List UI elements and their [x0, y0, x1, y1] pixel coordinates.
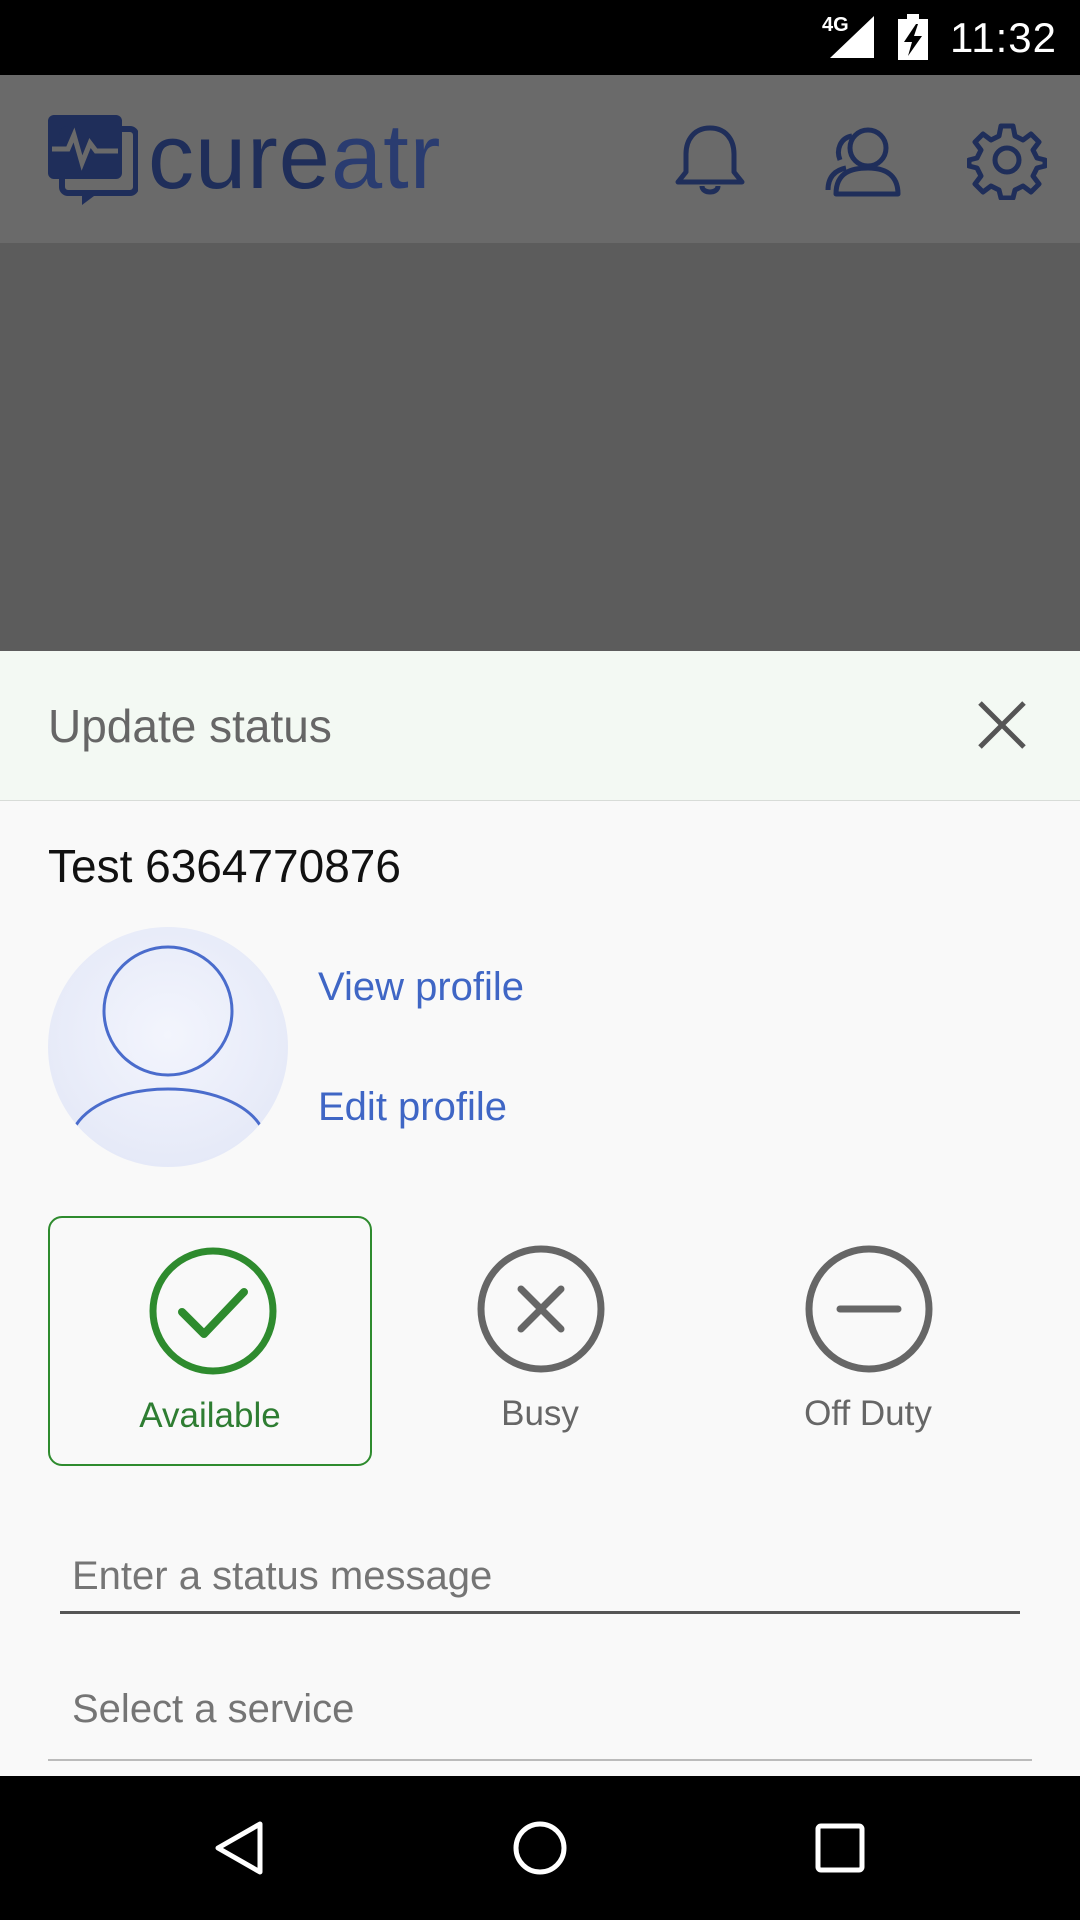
sheet-header: Update status [0, 651, 1080, 801]
service-select-label: Select a service [72, 1687, 355, 1731]
home-icon[interactable] [510, 1818, 570, 1878]
battery-charging-icon [898, 14, 928, 60]
update-status-sheet: Update status Test 6364770876 View profi… [0, 651, 1080, 1776]
user-name: Test 6364770876 [48, 840, 401, 892]
system-nav-bar [0, 1776, 1080, 1920]
avatar [48, 927, 288, 1167]
service-select[interactable]: Select a service [48, 1653, 1032, 1761]
clock: 11:32 [950, 14, 1057, 61]
status-label-off-duty: Off Duty [804, 1394, 932, 1433]
x-circle-icon [477, 1245, 605, 1373]
gear-icon[interactable] [967, 120, 1047, 200]
app-header: cureatr [0, 75, 1080, 243]
view-profile-link[interactable]: View profile [318, 965, 524, 1010]
status-busy-button[interactable]: Busy [378, 1216, 702, 1466]
logo-chat-pulse-icon [48, 115, 138, 205]
close-icon[interactable] [970, 693, 1034, 757]
bell-icon[interactable] [670, 120, 750, 200]
logo-text-cure: cure [148, 106, 331, 208]
logo-text-atr: atr [330, 106, 442, 208]
recents-icon[interactable] [810, 1818, 870, 1878]
modal-backdrop[interactable] [0, 243, 1080, 651]
signal-icon [830, 16, 874, 58]
status-label-available: Available [139, 1396, 281, 1435]
edit-profile-link[interactable]: Edit profile [318, 1085, 507, 1130]
status-label-busy: Busy [501, 1394, 579, 1433]
minus-circle-icon [805, 1245, 933, 1373]
sheet-title: Update status [48, 700, 332, 752]
status-available-button[interactable]: Available [48, 1216, 372, 1466]
status-message-input[interactable] [60, 1542, 1020, 1614]
back-icon[interactable] [210, 1818, 270, 1878]
system-status-bar: 4G 11:32 [0, 0, 1080, 75]
check-circle-icon [149, 1247, 277, 1375]
person-placeholder-icon [74, 945, 262, 1126]
status-off-duty-button[interactable]: Off Duty [706, 1216, 1030, 1466]
contacts-icon[interactable] [822, 120, 902, 200]
logo-wordmark: cureatr [148, 105, 441, 210]
